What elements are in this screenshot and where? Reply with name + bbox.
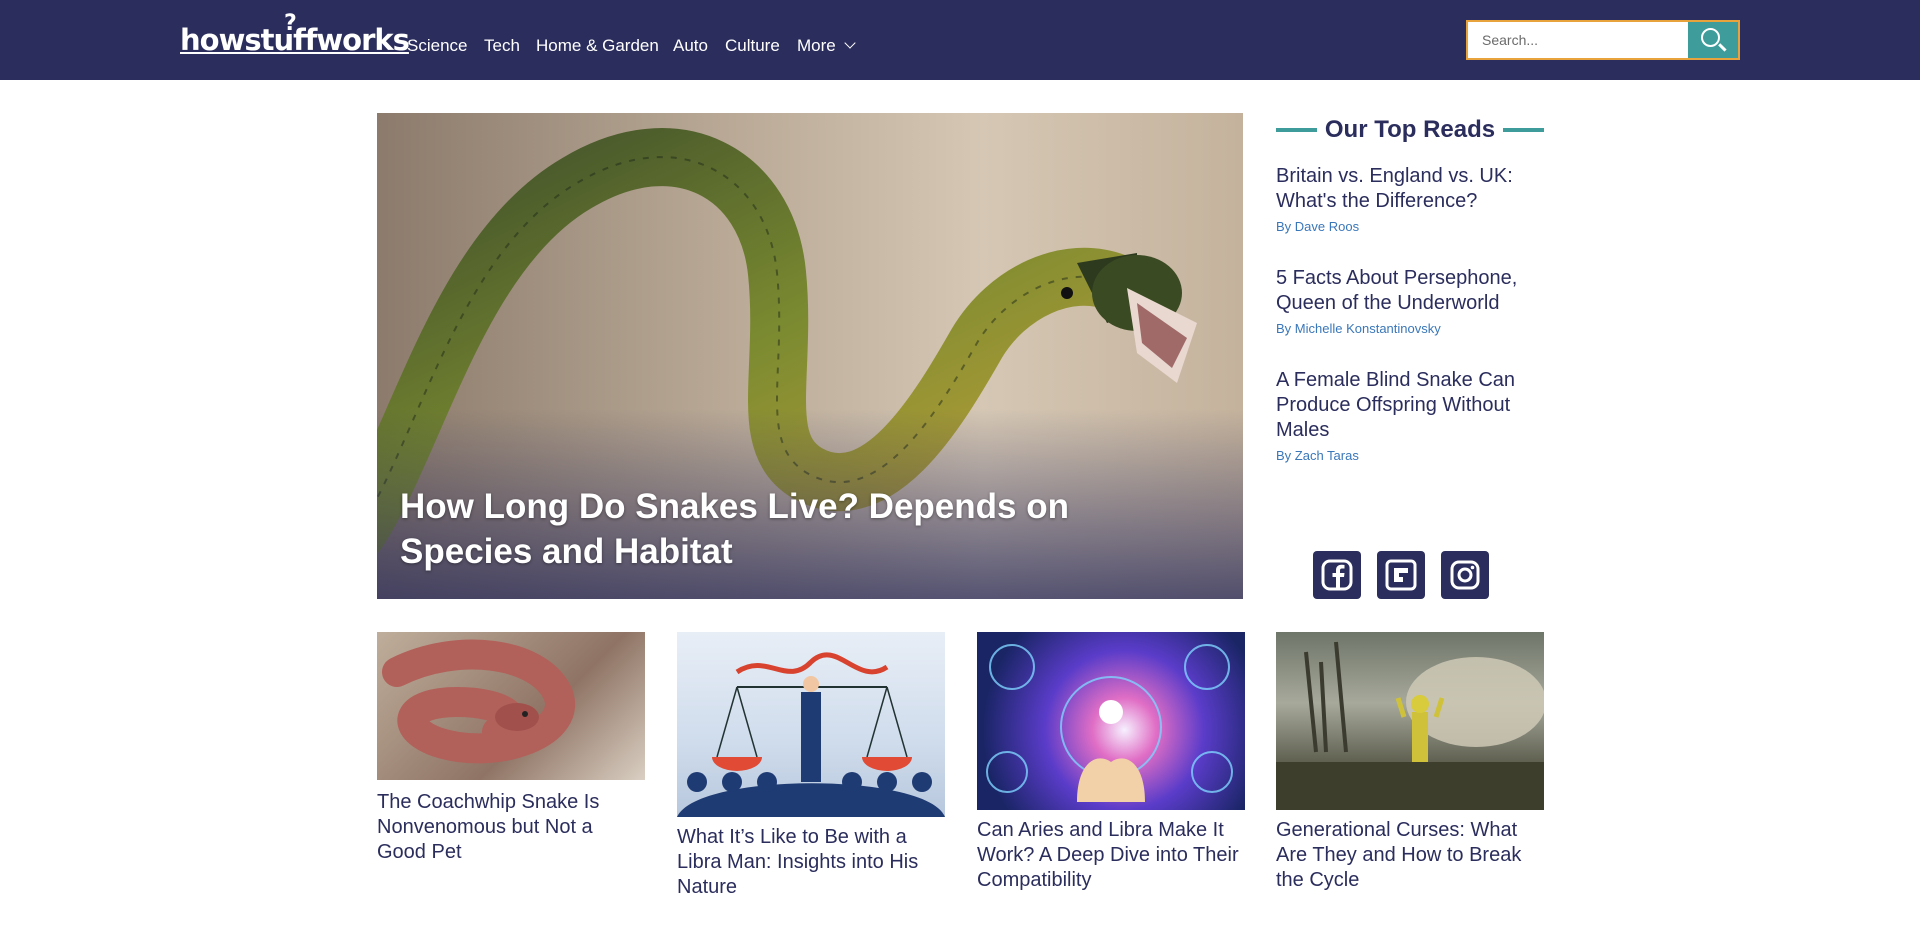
card-title: Generational Curses: What Are They and H… <box>1276 819 1522 891</box>
hero-article-link[interactable]: How Long Do Snakes Live? Depends on Spec… <box>377 113 1243 599</box>
heading-divider <box>1503 128 1544 132</box>
top-read-link[interactable]: Britain vs. England vs. UK: What's the D… <box>1276 164 1544 236</box>
top-reads-title: Our Top Reads <box>1324 116 1496 143</box>
article-card[interactable]: Can Aries and Libra Make It Work? A Deep… <box>977 632 1245 893</box>
top-read-title: Britain vs. England vs. UK: What's the D… <box>1276 165 1513 212</box>
top-reads-heading: Our Top Reads <box>1276 115 1544 145</box>
nav-link-culture[interactable]: Culture <box>725 35 780 57</box>
chevron-down-icon <box>844 37 856 49</box>
top-read-title: 5 Facts About Persephone, Queen of the U… <box>1276 267 1518 314</box>
search-input[interactable] <box>1468 22 1686 58</box>
nav-more-button[interactable]: More <box>797 35 856 57</box>
nav-link-home-garden[interactable]: Home & Garden <box>536 35 659 57</box>
instagram-link[interactable] <box>1441 551 1489 599</box>
nav-link-tech[interactable]: Tech <box>484 35 520 57</box>
site-header: howstuffworks ? Science Tech Home & Gard… <box>0 0 1920 80</box>
logo-question-mark: ? <box>284 11 297 36</box>
flipboard-link[interactable] <box>1377 551 1425 599</box>
top-read-byline: By Dave Roos <box>1276 219 1360 234</box>
article-card[interactable]: What It’s Like to Be with a Libra Man: I… <box>677 632 945 900</box>
search-box <box>1466 20 1740 60</box>
card-image <box>1276 632 1544 810</box>
card-image <box>977 632 1245 810</box>
nav-link-auto[interactable]: Auto <box>673 35 708 57</box>
article-card[interactable]: The Coachwhip Snake Is Nonvenomous but N… <box>377 632 645 865</box>
facebook-icon <box>1321 559 1353 591</box>
top-read-link[interactable]: 5 Facts About Persephone, Queen of the U… <box>1276 266 1544 338</box>
article-card[interactable]: Generational Curses: What Are They and H… <box>1276 632 1544 893</box>
facebook-link[interactable] <box>1313 551 1361 599</box>
hero-title: How Long Do Snakes Live? Depends on Spec… <box>400 487 1069 571</box>
instagram-icon <box>1450 560 1480 590</box>
card-image <box>677 632 945 817</box>
card-title: The Coachwhip Snake Is Nonvenomous but N… <box>377 791 600 863</box>
nav-more-label: More <box>797 36 836 55</box>
card-image <box>377 632 645 780</box>
top-read-title: A Female Blind Snake Can Produce Offspri… <box>1276 369 1516 441</box>
card-title: Can Aries and Libra Make It Work? A Deep… <box>977 819 1239 891</box>
flipboard-icon <box>1385 559 1417 591</box>
site-logo-link[interactable]: howstuffworks ? <box>180 11 410 58</box>
top-read-link[interactable]: A Female Blind Snake Can Produce Offspri… <box>1276 368 1544 465</box>
submit-search-button[interactable] <box>1688 22 1738 58</box>
nav-link-science[interactable]: Science <box>407 35 467 57</box>
top-read-byline: By Zach Taras <box>1276 448 1359 463</box>
heading-divider <box>1276 128 1317 132</box>
top-read-byline: By Michelle Konstantinovsky <box>1276 321 1441 336</box>
card-title: What It’s Like to Be with a Libra Man: I… <box>677 826 919 898</box>
search-icon <box>1701 28 1720 47</box>
